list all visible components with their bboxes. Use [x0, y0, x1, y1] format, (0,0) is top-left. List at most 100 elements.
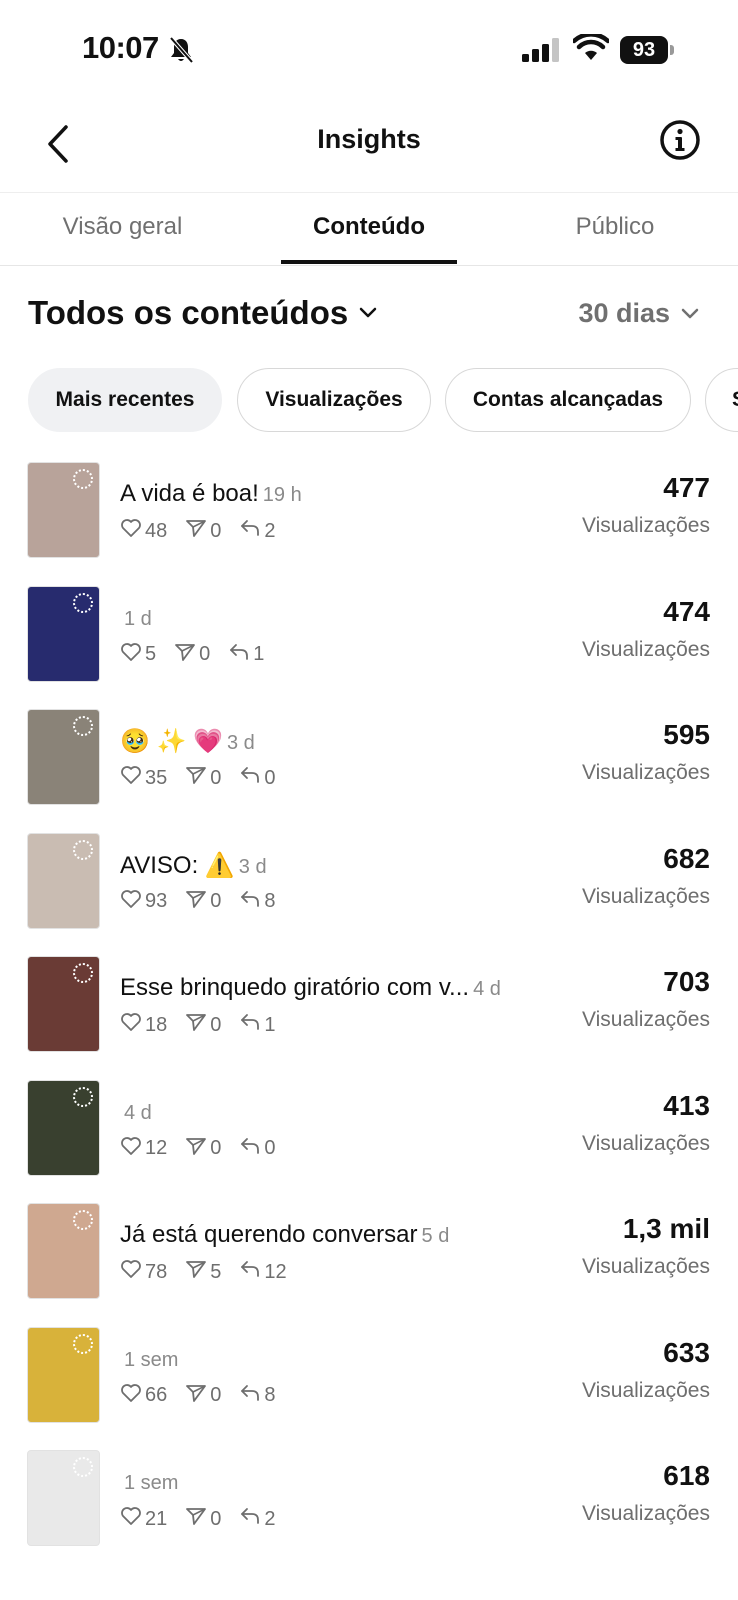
- likes-stat: 12: [120, 1136, 167, 1162]
- sort-chips: Mais recentes Visualizações Contas alcan…: [0, 368, 738, 436]
- engagement-stats: 66 0 8: [120, 1383, 540, 1409]
- likes-stat: 5: [120, 642, 156, 668]
- heart-icon: [120, 1136, 145, 1162]
- status-bar: 10:07 93: [0, 0, 738, 100]
- filter-row: Todos os conteúdos 30 dias: [0, 290, 738, 340]
- metric-label: Visualizações: [581, 1378, 710, 1402]
- content-row[interactable]: 1 d 5 0 1 474 Visualizações: [0, 584, 738, 694]
- content-details: Já está querendo conversar 5 d 78 5 12: [120, 1221, 540, 1285]
- shares-count: 0: [210, 1137, 222, 1159]
- chevron-down-icon: [359, 307, 377, 318]
- cellular-signal-icon: [522, 38, 559, 62]
- replies-stat: 12: [239, 1259, 287, 1285]
- metric-value: 595: [663, 719, 710, 750]
- content-thumbnail: [27, 585, 100, 682]
- reply-icon: [239, 518, 264, 544]
- content-thumbnail: [27, 709, 100, 805]
- metric-label: Visualizações: [581, 1502, 710, 1525]
- content-details: 4 d 12 0 0: [120, 1098, 540, 1162]
- engagement-stats: 18 0 1: [120, 1012, 540, 1038]
- content-thumbnail: [27, 832, 100, 929]
- content-row[interactable]: A vida é boa! 19 h 48 0 2 477 Visualizações: [0, 460, 738, 570]
- shares-count: 0: [210, 1507, 222, 1530]
- period-dropdown[interactable]: 30 dias: [578, 298, 700, 329]
- content-row[interactable]: 4 d 12 0 0 413 Visualizações: [0, 1078, 738, 1188]
- shares-count: 0: [210, 890, 222, 912]
- content-details: 1 sem 66 0 8: [120, 1345, 540, 1409]
- likes-count: 48: [145, 519, 168, 542]
- caption-line: Já está querendo conversar 5 d: [120, 1221, 540, 1253]
- tab-audience[interactable]: Público: [535, 213, 695, 241]
- shares-stat: 0: [185, 1012, 221, 1038]
- replies-stat: 1: [228, 642, 264, 668]
- metric-value: 477: [663, 472, 710, 503]
- metric-label: Visualizações: [581, 637, 710, 661]
- replies-count: 0: [264, 766, 276, 789]
- content-row[interactable]: 1 sem 66 0 8 633 Visualizações: [0, 1325, 738, 1435]
- metric-value: 633: [663, 1336, 710, 1368]
- shares-count: 0: [210, 766, 222, 789]
- caption-line: 1 sem: [120, 1345, 540, 1377]
- reply-icon: [239, 1012, 264, 1038]
- loading-ring-icon: [73, 839, 93, 860]
- battery-level: 93: [620, 36, 668, 64]
- replies-count: 2: [264, 1507, 276, 1530]
- content-age: 1 d: [124, 607, 152, 630]
- bell-muted-icon: [169, 36, 194, 64]
- content-row[interactable]: Esse brinquedo giratório com v... 4 d 18 0 1…: [0, 954, 738, 1064]
- send-icon: [185, 1259, 210, 1285]
- chip-accounts-reached[interactable]: Contas alcançadas: [445, 368, 691, 432]
- content-details: AVISO: ⚠️ 3 d 93 0 8: [120, 851, 540, 915]
- tab-content[interactable]: Conteúdo: [281, 213, 457, 241]
- replies-count: 8: [264, 890, 276, 912]
- content-details: Esse brinquedo giratório com v... 4 d 18 0 1: [120, 974, 540, 1038]
- metric: 703 Visualizações: [582, 966, 710, 1032]
- content-row[interactable]: AVISO: ⚠️ 3 d 93 0 8 682 Visualizações: [0, 831, 738, 941]
- content-details: A vida é boa! 19 h 48 0 2: [120, 480, 540, 544]
- content-age: 4 d: [473, 978, 501, 1000]
- metric: 618 Visualizações: [582, 1460, 710, 1526]
- metric-value: 1,3 mil: [622, 1213, 710, 1244]
- content-details: 1 d 5 0 1: [120, 604, 540, 668]
- loading-ring-icon: [73, 1210, 93, 1230]
- likes-stat: 35: [120, 765, 167, 791]
- heart-icon: [120, 1506, 145, 1532]
- content-thumbnail: [27, 462, 100, 558]
- chip-most-recent[interactable]: Mais recentes: [28, 368, 222, 432]
- replies-stat: 2: [239, 518, 276, 544]
- shares-stat: 0: [185, 518, 221, 544]
- replies-count: 2: [264, 519, 276, 542]
- chip-more[interactable]: S: [705, 368, 738, 432]
- reply-icon: [228, 642, 253, 668]
- tab-overview[interactable]: Visão geral: [40, 213, 205, 241]
- send-icon: [185, 1012, 210, 1038]
- likes-count: 66: [145, 1384, 168, 1406]
- caption-line: 1 d: [120, 604, 540, 636]
- metric-label: Visualizações: [581, 1131, 710, 1155]
- content-row[interactable]: 1 sem 21 0 2 618 Visualizações: [0, 1448, 738, 1558]
- wifi-icon: [573, 34, 609, 60]
- likes-stat: 21: [120, 1506, 167, 1532]
- metric-label: Visualizações: [581, 1255, 710, 1278]
- content-age: 19 h: [262, 484, 302, 506]
- content-caption: A vida é boa!: [120, 480, 259, 507]
- content-details: 🥹 ✨ 💗 3 d 35 0 0: [120, 727, 540, 791]
- metric: 633 Visualizações: [582, 1337, 710, 1403]
- likes-count: 5: [145, 643, 157, 665]
- likes-stat: 78: [120, 1259, 167, 1285]
- info-icon[interactable]: [656, 116, 704, 164]
- content-type-dropdown[interactable]: Todos os conteúdos: [28, 294, 378, 332]
- shares-stat: 0: [185, 889, 221, 915]
- replies-count: 8: [264, 1384, 276, 1406]
- send-icon: [185, 518, 210, 544]
- reply-icon: [239, 1259, 264, 1285]
- content-row[interactable]: 🥹 ✨ 💗 3 d 35 0 0 595 Visualizações: [0, 707, 738, 817]
- engagement-stats: 5 0 1: [120, 642, 540, 668]
- metric-value: 413: [663, 1089, 710, 1121]
- replies-stat: 8: [239, 889, 276, 915]
- loading-ring-icon: [73, 963, 93, 983]
- content-age: 3 d: [226, 732, 255, 754]
- content-row[interactable]: Já está querendo conversar 5 d 78 5 12 1,3 mi…: [0, 1201, 738, 1311]
- chip-views[interactable]: Visualizações: [237, 368, 431, 432]
- caption-line: A vida é boa! 19 h: [120, 480, 540, 512]
